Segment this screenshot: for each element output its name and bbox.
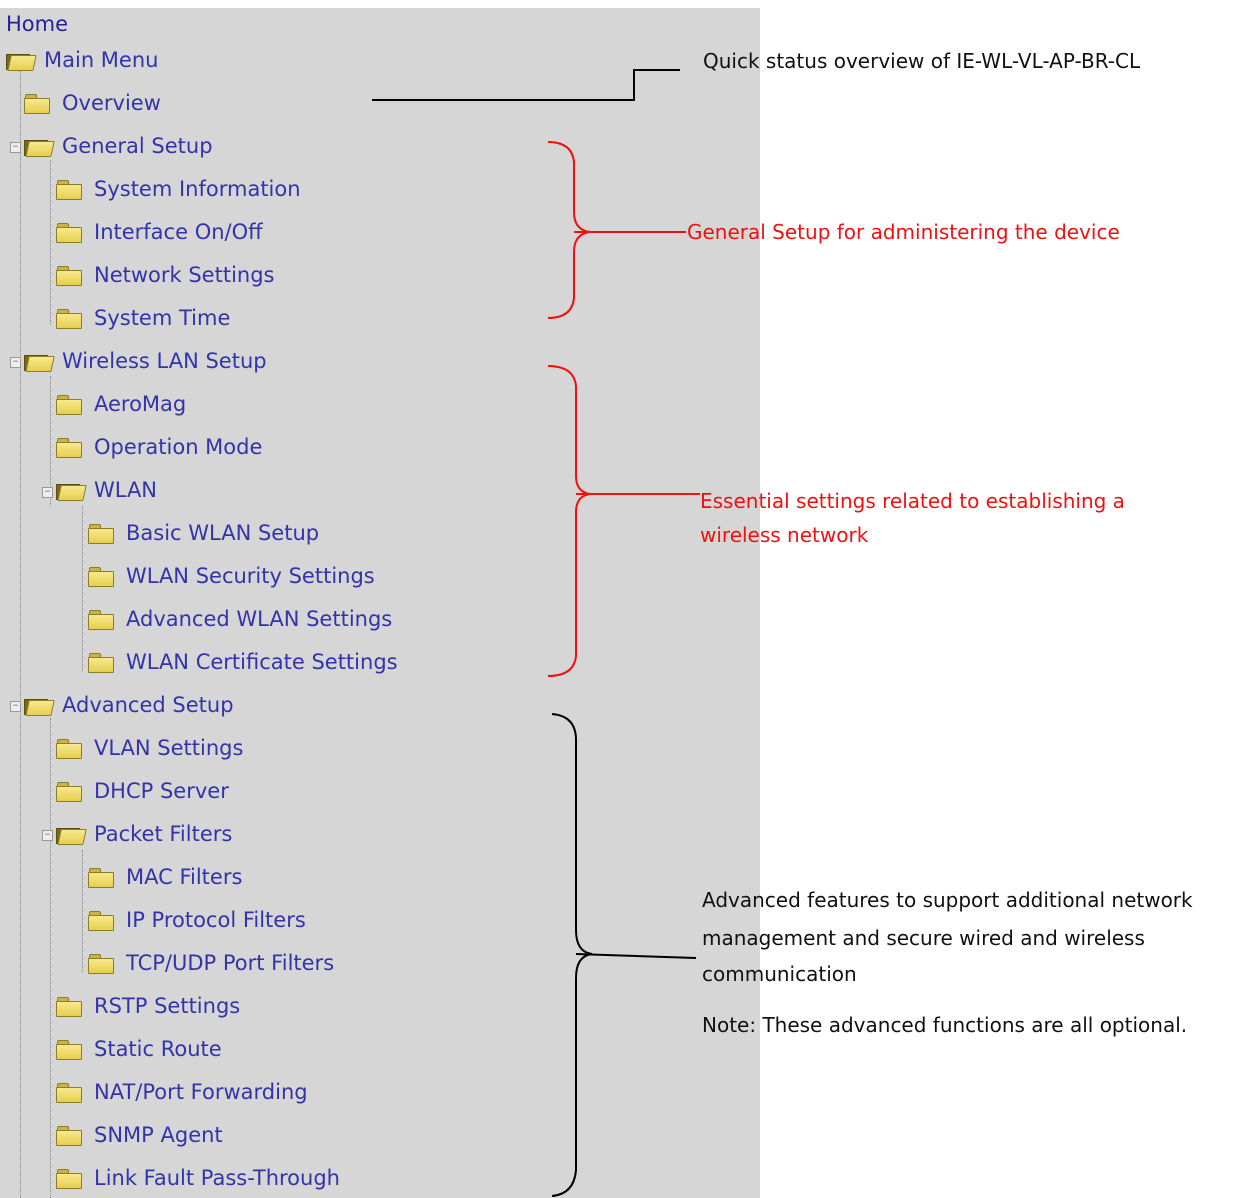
wireless-lan-brace (547, 365, 591, 677)
advanced-setup-note: Note: These advanced functions are all o… (702, 1013, 1188, 1037)
overview-leader-line (372, 69, 680, 101)
general-setup-brace (547, 141, 591, 319)
overview-annotation: Quick status overview of IE-WL-VL-AP-BR-… (703, 49, 1141, 73)
advanced-setup-leader-line (575, 953, 697, 959)
advanced-setup-annotation-line3: communication (702, 962, 857, 986)
wireless-lan-annotation-line1: Essential settings related to establishi… (700, 489, 1125, 513)
advanced-setup-annotation-line1: Advanced features to support additional … (702, 888, 1193, 912)
general-setup-annotation: General Setup for administering the devi… (687, 220, 1120, 244)
wireless-lan-annotation-line2: wireless network (700, 523, 869, 547)
advanced-setup-annotation-line2: management and secure wired and wireless (702, 926, 1145, 950)
